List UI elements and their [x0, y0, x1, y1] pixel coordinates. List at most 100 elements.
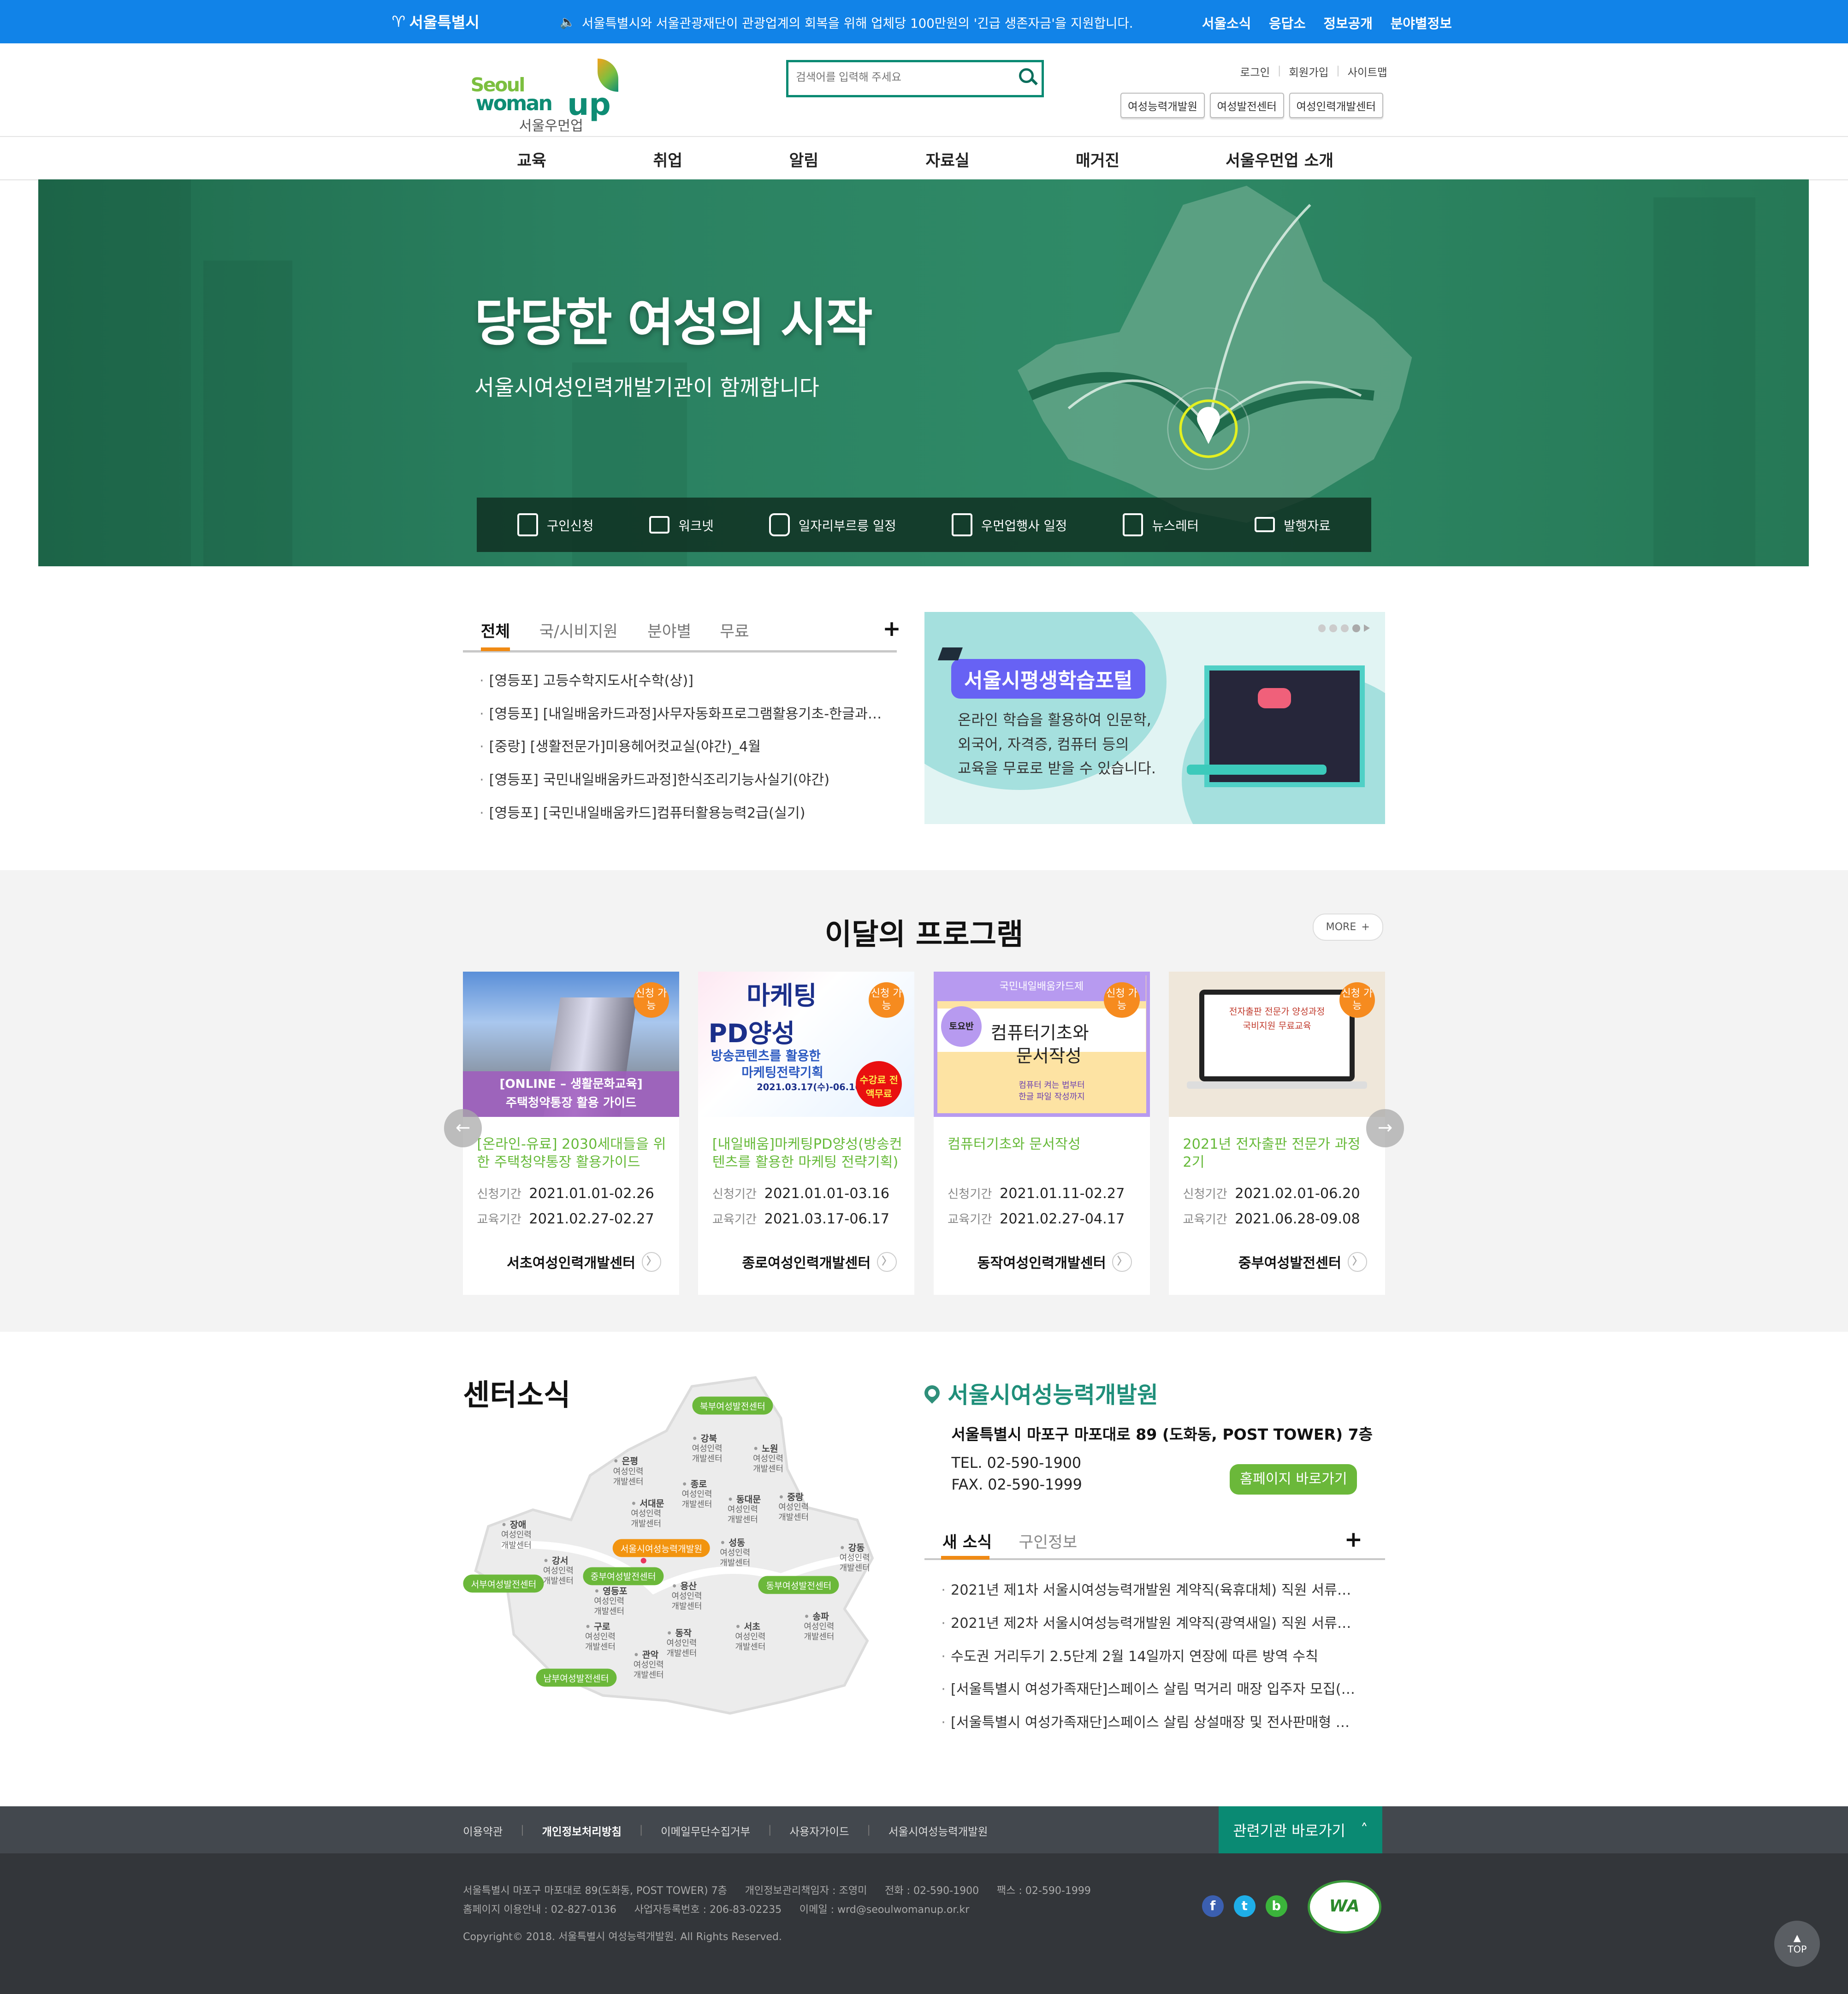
tab-by-field[interactable]: 분야별	[647, 618, 691, 641]
seoul-womanup-logo[interactable]: Seoul woman up 서울우먼업	[471, 56, 636, 134]
program-card[interactable]: 국민내일배움카드제 토요반 컴퓨터기초와 문서작성 컴퓨터 켜는 법부터 한글 파…	[933, 972, 1150, 1295]
login-link[interactable]: 로그인	[1240, 64, 1270, 79]
user-guide-link[interactable]: 사용자가이드	[789, 1823, 849, 1839]
list-item[interactable]: [영등포] 고등수학지도사[수학(상)]	[480, 669, 899, 702]
center-link[interactable]: 중부여성발전센터 〉	[1238, 1252, 1368, 1272]
slide-next-icon[interactable]	[1363, 624, 1370, 632]
map-pill-east[interactable]: 동부여성발전센터	[758, 1576, 839, 1594]
terms-link[interactable]: 이용약관	[463, 1823, 503, 1839]
search-input[interactable]	[788, 62, 1020, 93]
slide-dot-active[interactable]	[1352, 624, 1360, 632]
scroll-top-button[interactable]: ▲ TOP	[1774, 1921, 1820, 1967]
map-center-seodaemun[interactable]: 서대문여성인력개발센터	[631, 1498, 664, 1529]
copyright: Copyright© 2018. 서울특별시 여성능력개발원. All Righ…	[463, 1931, 782, 1943]
map-center-nowon[interactable]: 노원여성인력개발센터	[753, 1443, 783, 1474]
nav-magazine[interactable]: 매거진	[1076, 148, 1119, 171]
map-center-gangbuk[interactable]: 강북여성인력개발센터	[692, 1433, 723, 1464]
nav-archive[interactable]: 자료실	[926, 148, 970, 171]
program-card[interactable]: [ONLINE – 생활문화교육] 주택청약통장 활용 가이드 신청 가능 [온라…	[463, 972, 680, 1295]
link-field-info[interactable]: 분야별정보	[1391, 13, 1452, 32]
map-center-songpa[interactable]: 송파여성인력개발센터	[804, 1611, 834, 1642]
map-center-gangseo[interactable]: 강서여성인력개발센터	[543, 1555, 574, 1586]
center-link[interactable]: 동작여성인력개발센터 〉	[977, 1252, 1132, 1272]
list-item[interactable]: [서울특별시 여성가족재단]스페이스 살림 상설매장 및 전사판매형 …	[941, 1711, 1361, 1744]
map-center-jongno[interactable]: 종로여성인력개발센터	[682, 1479, 712, 1510]
map-center-gangdong[interactable]: 강동여성인력개발센터	[840, 1543, 870, 1573]
map-pill-north[interactable]: 북부여성발전센터	[692, 1396, 773, 1415]
signup-link[interactable]: 회원가입	[1289, 64, 1328, 79]
list-item[interactable]: 2021년 제2차 서울시여성능력개발원 계약직(광역새일) 직원 서류…	[941, 1612, 1361, 1645]
slide-dot[interactable]	[1329, 624, 1337, 632]
map-center-jungnang[interactable]: 중랑여성인력개발센터	[778, 1492, 809, 1523]
list-item[interactable]: 2021년 제1차 서울시여성능력개발원 계약직(육휴대체) 직원 서류…	[941, 1579, 1361, 1612]
list-item[interactable]: [서울특별시 여성가족재단]스페이스 살림 먹거리 매장 입주자 모집(…	[941, 1678, 1361, 1711]
more-plus-icon[interactable]: +	[1345, 1529, 1362, 1551]
lifelong-learning-banner[interactable]: 서울시평생학습포털 온라인 학습을 활용하여 인문학, 외국어, 자격증, 컴퓨…	[924, 611, 1385, 825]
map-center-disabled[interactable]: 장애여성인력개발센터	[501, 1520, 532, 1550]
list-item[interactable]: [영등포] [내일배움카드과정]사무자동화프로그램활용기초-한글과…	[480, 702, 899, 736]
nav-notice[interactable]: 알림	[789, 148, 818, 171]
tab-news[interactable]: 새 소식	[942, 1529, 992, 1552]
slide-dot[interactable]	[1318, 624, 1326, 632]
carousel-next-button[interactable]: →	[1366, 1109, 1404, 1148]
link-eungdapso[interactable]: 응답소	[1269, 13, 1306, 32]
map-pill-seoul-ability[interactable]: 서울시여성능력개발원	[613, 1539, 710, 1557]
map-center-dongdaemun[interactable]: 동대문여성인력개발센터	[728, 1495, 761, 1525]
nav-employment[interactable]: 취업	[653, 148, 682, 171]
program-card[interactable]: 전자출판 전문가 양성과정 국비지원 무료교육 신청 가능 2021년 전자출판 …	[1169, 972, 1385, 1295]
program-card[interactable]: 마케팅 PD양성 방송콘텐츠를 활용한 마케팅전략기획 2021.03.17(수…	[698, 972, 915, 1295]
tab-government-support[interactable]: 국/시비지원	[539, 618, 618, 641]
homepage-button[interactable]: 홈페이지 바로가기	[1230, 1464, 1357, 1495]
center-link[interactable]: 서초여성인력개발센터 〉	[507, 1252, 662, 1272]
map-center-eunpyeong[interactable]: 은평여성인력개발센터	[613, 1456, 644, 1487]
quick-newsletter[interactable]: 뉴스레터	[1123, 513, 1199, 536]
map-pill-west[interactable]: 서부여성발전센터	[463, 1574, 544, 1593]
nav-education[interactable]: 교육	[517, 148, 546, 171]
seoul-city-logo[interactable]: ♈ 서울특별시	[392, 10, 480, 32]
blog-icon[interactable]: b	[1265, 1895, 1287, 1917]
quick-worknet[interactable]: 워크넷	[649, 516, 714, 534]
map-center-yeongdeungpo[interactable]: 영등포여성인력개발센터	[594, 1586, 627, 1617]
site-button-ability[interactable]: 여성능력개발원	[1120, 93, 1205, 118]
privacy-link[interactable]: 개인정보처리방침	[542, 1823, 622, 1839]
map-center-seongdong[interactable]: 성동여성인력개발센터	[720, 1537, 750, 1568]
map-center-guro[interactable]: 구로여성인력개발센터	[585, 1622, 616, 1652]
quick-job-bus-schedule[interactable]: 일자리부르릉 일정	[769, 513, 896, 536]
link-seoul-news[interactable]: 서울소식	[1202, 13, 1251, 32]
map-center-seocho[interactable]: 서초여성인력개발센터	[735, 1622, 765, 1652]
tab-all[interactable]: 전체	[481, 618, 510, 641]
email-refusal-link[interactable]: 이메일무단수집거부	[661, 1823, 750, 1839]
quick-event-schedule[interactable]: 우먼업행사 일정	[952, 513, 1067, 536]
center-link[interactable]: 종로여성인력개발센터 〉	[742, 1252, 897, 1272]
slide-dot[interactable]	[1341, 624, 1349, 632]
twitter-icon[interactable]: t	[1233, 1895, 1256, 1917]
quick-job-request[interactable]: 구인신청	[517, 513, 593, 536]
site-button-development[interactable]: 여성발전센터	[1209, 93, 1284, 118]
map-pill-south[interactable]: 남부여성발전센터	[536, 1668, 617, 1687]
list-item[interactable]: [영등포] 국민내일배움카드과정]한식조리기능사실기(야간)	[480, 768, 899, 801]
nav-about[interactable]: 서울우먼업 소개	[1226, 148, 1333, 171]
tab-free[interactable]: 무료	[720, 618, 749, 641]
tab-job-info[interactable]: 구인정보	[1019, 1529, 1078, 1552]
org-link[interactable]: 서울시여성능력개발원	[888, 1823, 988, 1839]
related-sites-button[interactable]: 관련기관 바로가기 ˄	[1218, 1806, 1383, 1854]
more-plus-icon[interactable]: +	[883, 618, 900, 640]
list-item[interactable]: [중랑] [생활전문가]미용헤어컷교실(야간)_4월	[480, 735, 899, 768]
more-button[interactable]: MORE +	[1312, 913, 1383, 941]
carousel-prev-button[interactable]: ←	[444, 1109, 482, 1148]
link-info-disclosure[interactable]: 정보공개	[1323, 13, 1373, 32]
list-item[interactable]: [영등포] [국민내일배움카드]컴퓨터활용능력2급(실기)	[480, 801, 899, 835]
search-icon[interactable]	[1019, 68, 1034, 83]
quick-publications[interactable]: 발행자료	[1254, 516, 1331, 534]
sitemap-link[interactable]: 사이트맵	[1347, 64, 1387, 79]
map-center-gwanak[interactable]: 관악여성인력개발센터	[634, 1650, 664, 1680]
list-item[interactable]: 수도권 거리두기 2.5단계 2월 14일까지 연장에 따른 방역 수칙	[941, 1645, 1361, 1678]
site-button-manpower[interactable]: 여성인력개발센터	[1289, 93, 1383, 118]
map-pill-central[interactable]: 중부여성발전센터	[583, 1567, 664, 1585]
map-center-yongsan[interactable]: 용산여성인력개발센터	[671, 1581, 702, 1612]
map-center-dongjak[interactable]: 동작여성인력개발센터	[666, 1628, 697, 1659]
facebook-icon[interactable]: f	[1202, 1895, 1224, 1917]
notice[interactable]: 🔈 서울특별시와 서울관광재단이 관광업계의 회복을 위해 업체당 100만원의 …	[560, 13, 1133, 31]
building-silhouette	[203, 261, 293, 566]
play-icon	[1258, 688, 1291, 709]
